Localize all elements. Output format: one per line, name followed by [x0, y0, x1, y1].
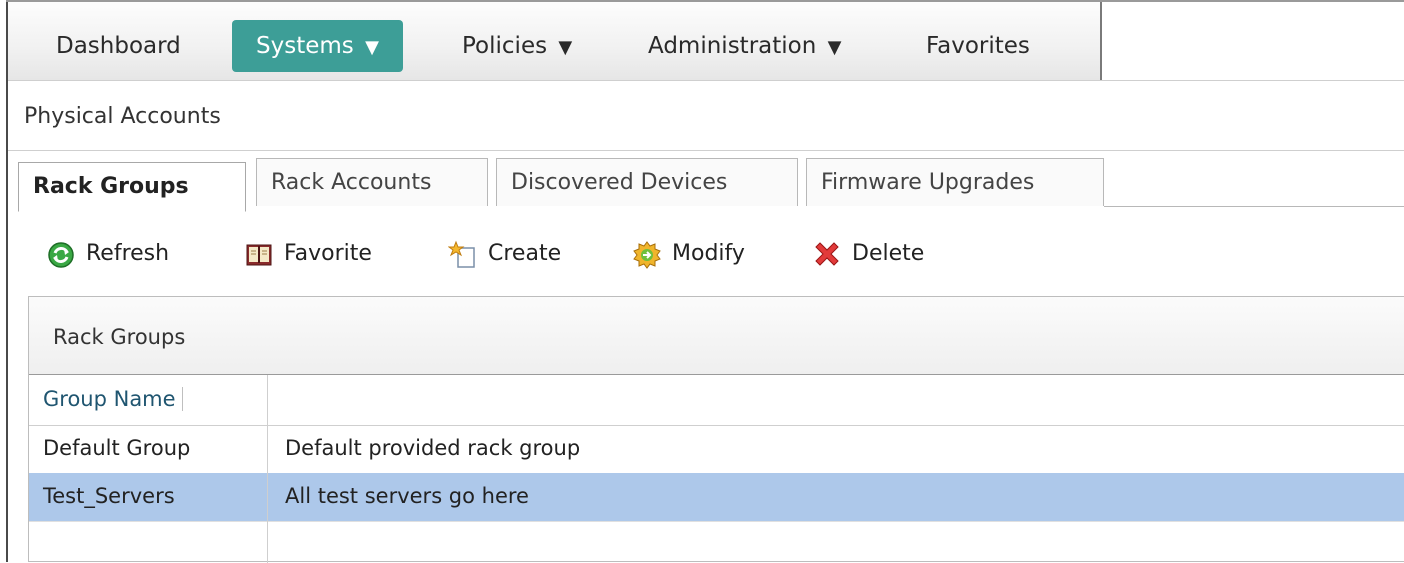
tab-discovered-devices-label: Discovered Devices [511, 170, 728, 195]
delete-icon [815, 242, 839, 266]
divider [8, 150, 1404, 151]
window-left-border [6, 0, 8, 562]
divider [8, 80, 1404, 81]
refresh-label: Refresh [86, 241, 170, 266]
chevron-down-icon: ▼ [558, 37, 573, 58]
nav-policies-label: Policies [462, 33, 548, 59]
create-button[interactable]: Create [448, 234, 598, 274]
tab-firmware-upgrades-label: Firmware Upgrades [821, 170, 1035, 195]
rack-groups-panel: Rack Groups Group Name Default Group Def… [28, 296, 1404, 563]
tab-rack-groups-label: Rack Groups [33, 174, 189, 199]
refresh-icon [48, 242, 74, 268]
cell-description: All test servers go here [285, 484, 529, 508]
nav-favorites[interactable]: Favorites [926, 20, 1030, 72]
table-row[interactable]: Default Group Default provided rack grou… [29, 425, 1404, 473]
nav-dashboard[interactable]: Dashboard [56, 20, 181, 72]
nav-policies[interactable]: Policies ▼ [462, 20, 572, 72]
table-row[interactable]: Test_Servers All test servers go here [29, 473, 1404, 521]
nav-systems[interactable]: Systems ▼ [232, 20, 403, 72]
cell-description: Default provided rack group [285, 436, 581, 460]
modify-button[interactable]: Modify [632, 234, 782, 274]
nav-administration[interactable]: Administration ▼ [648, 20, 841, 72]
nav-systems-label: Systems [256, 33, 354, 59]
column-divider [267, 375, 268, 563]
tab-rack-accounts-label: Rack Accounts [271, 170, 432, 195]
page-title: Physical Accounts [24, 104, 221, 129]
panel-header: Rack Groups [29, 297, 1404, 375]
delete-button[interactable]: Delete [812, 234, 962, 274]
favorite-label: Favorite [284, 241, 372, 266]
delete-label: Delete [852, 241, 925, 266]
tab-strip-rule [1104, 206, 1404, 207]
tab-discovered-devices[interactable]: Discovered Devices [496, 158, 798, 206]
tab-rack-accounts[interactable]: Rack Accounts [256, 158, 488, 206]
chevron-down-icon: ▼ [365, 37, 379, 58]
book-icon [246, 244, 272, 266]
create-icon [448, 240, 475, 268]
create-label: Create [488, 241, 562, 266]
cell-group-name: Default Group [43, 436, 191, 460]
tab-firmware-upgrades[interactable]: Firmware Upgrades [806, 158, 1104, 206]
modify-icon [633, 241, 661, 269]
nav-dashboard-label: Dashboard [56, 33, 181, 59]
main-nav-bar: Dashboard Systems ▼ Policies ▼ Administr… [8, 2, 1102, 81]
nav-administration-label: Administration [648, 33, 817, 59]
refresh-button[interactable]: Refresh [46, 234, 216, 274]
row-divider [29, 521, 1404, 522]
column-header-group-name[interactable]: Group Name [43, 387, 183, 411]
tab-rack-groups[interactable]: Rack Groups [18, 162, 246, 212]
cell-group-name: Test_Servers [43, 484, 175, 508]
modify-label: Modify [672, 241, 745, 266]
chevron-down-icon: ▼ [827, 37, 842, 58]
panel-title: Rack Groups [53, 325, 186, 349]
favorite-button[interactable]: Favorite [244, 234, 414, 274]
table-header: Group Name [29, 375, 1404, 426]
nav-favorites-label: Favorites [926, 33, 1030, 59]
